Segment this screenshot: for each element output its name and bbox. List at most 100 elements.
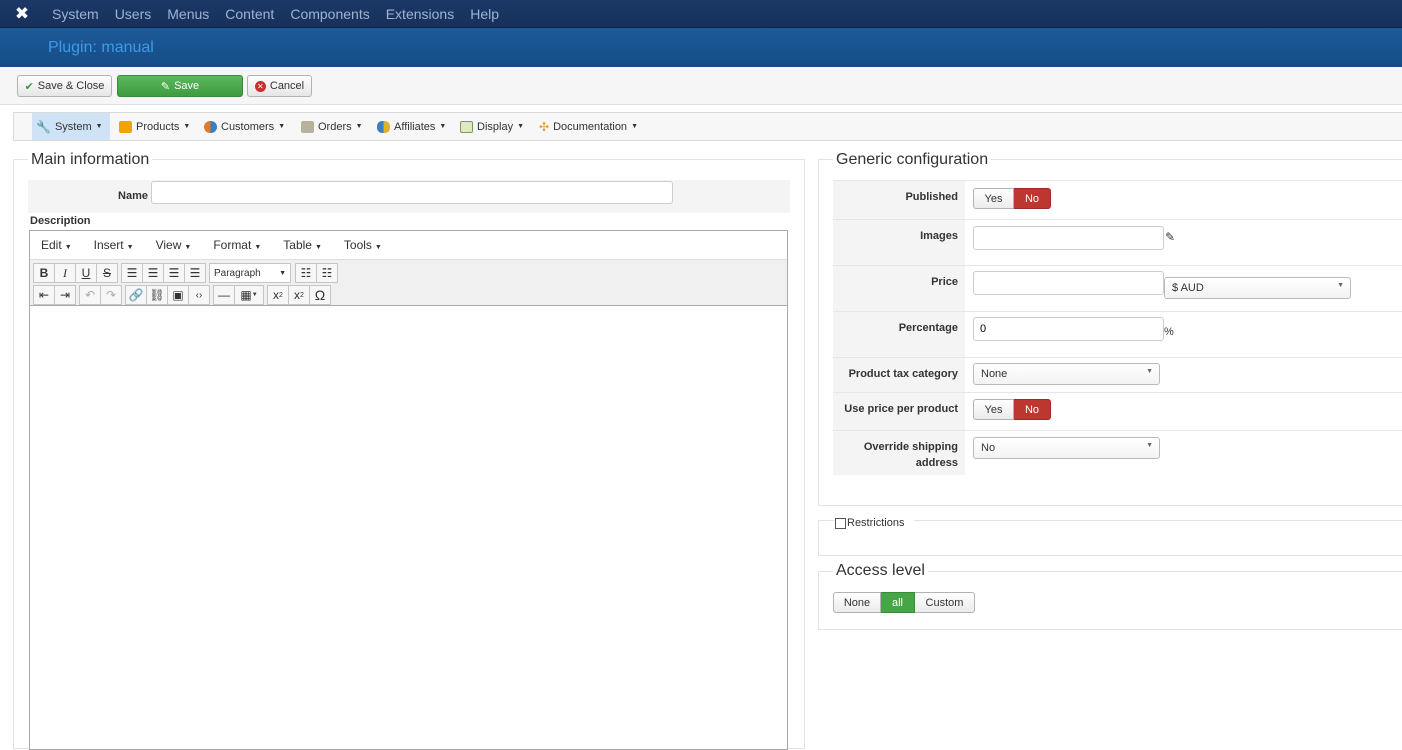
bold-icon[interactable]: B (33, 263, 55, 283)
redo-icon[interactable]: ↷ (100, 285, 122, 305)
menu-components[interactable]: Components (282, 0, 377, 28)
editor-toolbar: B I U S ☰ ☰ ☰ ☰ Paragraph ▼ ☷ ☷ ⇤ ⇥ ↶ ↷ … (30, 260, 787, 306)
menu-help[interactable]: Help (462, 0, 507, 28)
italic-icon[interactable]: I (54, 263, 76, 283)
bullet-list-icon[interactable]: ☷ (295, 263, 317, 283)
pencil-icon[interactable]: ✎ (1165, 230, 1175, 244)
percent-sign: % (1164, 326, 1174, 338)
wrench-icon: 🔧 (36, 119, 51, 134)
published-no-button[interactable]: No (1014, 188, 1051, 209)
align-center-icon[interactable]: ☰ (142, 263, 164, 283)
caret-down-icon: ▼ (184, 244, 192, 251)
save-close-button[interactable]: ✔ Save & Close (17, 75, 112, 97)
caret-down-icon: ▼ (126, 244, 134, 251)
menu-system[interactable]: System (44, 0, 107, 28)
images-field[interactable] (973, 226, 1164, 250)
price-input[interactable] (973, 271, 1164, 295)
caret-down-icon: ▼ (95, 123, 103, 130)
published-row: Published (833, 180, 1402, 219)
indent-icon[interactable]: ⇥ (54, 285, 76, 305)
outdent-icon[interactable]: ⇤ (33, 285, 55, 305)
currency-value: $ AUD (1172, 282, 1204, 294)
editor-menu-tools-label: Tools (343, 238, 372, 252)
name-label: Name (118, 190, 148, 202)
override-shipping-value: No (981, 442, 996, 454)
underline-icon[interactable]: U (75, 263, 97, 283)
use-price-yes-button[interactable]: Yes (973, 399, 1014, 420)
link-icon[interactable]: 🔗 (125, 285, 147, 305)
hika-menu-system-label: System (54, 120, 92, 133)
strikethrough-icon[interactable]: S (96, 263, 118, 283)
editor-menu-edit-label: Edit (41, 238, 62, 252)
use-price-no-button[interactable]: No (1014, 399, 1051, 420)
published-yes-button[interactable]: Yes (973, 188, 1014, 209)
hika-menu-products[interactable]: Products ▼ (115, 113, 194, 140)
caret-down-icon: ▼ (279, 269, 286, 277)
cancel-button[interactable]: ✕ Cancel (247, 75, 312, 97)
page-title: Plugin: manual (48, 39, 154, 56)
hika-menu-documentation[interactable]: ✣ Documentation ▼ (535, 113, 642, 140)
joomla-logo-icon[interactable]: ✖ (0, 0, 44, 28)
orders-icon (301, 120, 314, 133)
menu-extensions[interactable]: Extensions (378, 0, 462, 28)
documentation-icon: ✣ (539, 119, 550, 134)
access-none-button[interactable]: None (833, 592, 881, 613)
hika-menu-system[interactable]: 🔧 System ▼ (32, 113, 110, 140)
hika-menu-display[interactable]: Display ▼ (456, 113, 528, 140)
caret-down-icon: ▼ (183, 123, 191, 130)
align-right-icon[interactable]: ☰ (163, 263, 185, 283)
numbered-list-icon[interactable]: ☷ (316, 263, 338, 283)
access-custom-button[interactable]: Custom (915, 592, 975, 613)
caret-down-icon: ▼ (631, 123, 638, 130)
image-icon[interactable]: ▣ (167, 285, 189, 305)
hika-menu-customers-label: Customers (221, 120, 275, 133)
name-input[interactable] (151, 181, 673, 204)
special-character-icon[interactable]: Ω (309, 285, 331, 305)
caret-down-icon: ▼ (64, 244, 72, 251)
align-left-icon[interactable]: ☰ (121, 263, 143, 283)
editor-menu-table-label: Table (283, 238, 312, 252)
hika-menu-affiliates-label: Affiliates (394, 120, 436, 133)
display-icon (460, 120, 473, 133)
subscript-icon[interactable]: x2 (267, 285, 289, 305)
tax-category-select[interactable]: None ▼ (973, 363, 1160, 385)
hika-menu-customers[interactable]: Customers ▼ (200, 113, 289, 140)
hika-menu-orders-label: Orders (318, 120, 352, 133)
percentage-input[interactable] (973, 317, 1164, 341)
unlink-icon[interactable]: ⛓ (146, 285, 168, 305)
description-editor: Edit ▼ Insert ▼ View ▼ Format ▼ Table ▼ Tools… (29, 230, 788, 750)
hika-menu-orders[interactable]: Orders ▼ (297, 113, 367, 140)
menu-users[interactable]: Users (107, 0, 160, 28)
hika-menu-affiliates[interactable]: Affiliates ▼ (373, 113, 450, 140)
editor-menu-table[interactable]: Table ▼ (272, 238, 333, 252)
description-label: Description (30, 215, 91, 227)
table-icon[interactable]: ▦ ▼ (234, 285, 264, 305)
editor-menu-format[interactable]: Format ▼ (202, 238, 272, 252)
currency-select[interactable]: $ AUD ▼ (1164, 277, 1351, 299)
editor-menu-tools[interactable]: Tools ▼ (333, 238, 393, 252)
page-header: Plugin: manual (0, 28, 1402, 67)
access-all-button[interactable]: all (881, 592, 915, 613)
menu-content[interactable]: Content (217, 0, 282, 28)
menu-menus[interactable]: Menus (159, 0, 217, 28)
override-shipping-select[interactable]: No ▼ (973, 437, 1160, 459)
products-icon (119, 120, 132, 133)
editor-menu-insert[interactable]: Insert ▼ (83, 238, 145, 252)
code-icon[interactable]: ‹› (188, 285, 210, 305)
generic-configuration-legend: Generic configuration (833, 151, 992, 169)
caret-down-icon: ▼ (439, 123, 447, 130)
restrictions-checkbox[interactable] (835, 518, 846, 529)
price-label: Price (833, 266, 965, 311)
caret-down-icon: ▼ (278, 123, 286, 130)
superscript-icon[interactable]: x2 (288, 285, 310, 305)
editor-menu-edit[interactable]: Edit ▼ (30, 238, 83, 252)
undo-icon[interactable]: ↶ (79, 285, 101, 305)
action-toolbar: ✔ Save & Close ✎ Save ✕ Cancel (0, 67, 1402, 105)
editor-content-area[interactable] (30, 306, 787, 746)
block-format-select[interactable]: Paragraph ▼ (209, 263, 291, 283)
horizontal-rule-icon[interactable]: — (213, 285, 235, 305)
editor-menu-view[interactable]: View ▼ (145, 238, 203, 252)
caret-down-icon: ▼ (355, 123, 363, 130)
align-justify-icon[interactable]: ☰ (184, 263, 206, 283)
save-button[interactable]: ✎ Save (117, 75, 243, 97)
